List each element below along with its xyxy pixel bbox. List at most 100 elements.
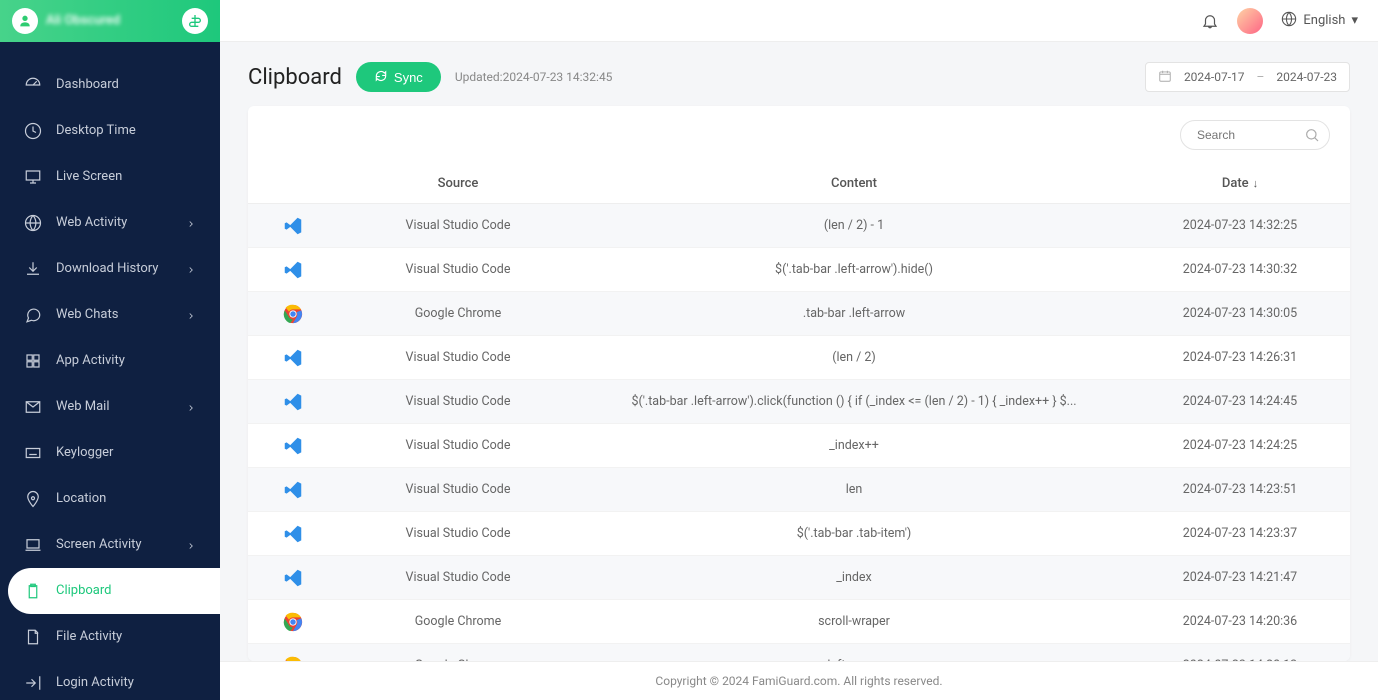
cell-source: Google Chrome [338, 644, 578, 662]
sidebar-item-file-activity[interactable]: File Activity [0, 614, 220, 660]
cell-date: 2024-07-23 14:21:47 [1130, 556, 1350, 600]
table-row[interactable]: Google Chromeleft-arrow2024-07-23 14:20:… [248, 644, 1350, 662]
source-app-icon [248, 336, 338, 380]
screen-icon [24, 536, 42, 554]
keyboard-icon [24, 444, 42, 462]
sidebar-item-live-screen[interactable]: Live Screen [0, 154, 220, 200]
chevron-right-icon [186, 402, 196, 412]
brand-logo-icon[interactable] [182, 8, 208, 34]
source-app-icon [248, 248, 338, 292]
login-icon [24, 674, 42, 692]
chevron-right-icon [186, 540, 196, 550]
sidebar-item-login-activity[interactable]: Login Activity [0, 660, 220, 700]
sidebar-item-label: Desktop Time [56, 123, 196, 138]
col-date-header[interactable]: Date↓ [1130, 164, 1350, 204]
date-separator: – [1257, 70, 1265, 84]
sidebar-item-screen-activity[interactable]: Screen Activity [0, 522, 220, 568]
cell-date: 2024-07-23 14:30:32 [1130, 248, 1350, 292]
sync-label: Sync [394, 70, 423, 85]
date-start: 2024-07-17 [1184, 70, 1245, 84]
user-name: Ali Obscured [46, 13, 120, 28]
sidebar-item-label: Dashboard [56, 77, 196, 92]
chat-icon [24, 306, 42, 324]
sidebar-nav: Dashboard Desktop Time Live Screen Web Acti… [0, 42, 220, 700]
sidebar-item-web-chats[interactable]: Web Chats [0, 292, 220, 338]
calendar-icon [1158, 69, 1172, 86]
sidebar-item-web-activity[interactable]: Web Activity [0, 200, 220, 246]
sidebar-item-label: Web Activity [56, 215, 186, 230]
cell-source: Visual Studio Code [338, 204, 578, 248]
sidebar-header: Ali Obscured [0, 0, 220, 42]
sidebar-item-desktop-time[interactable]: Desktop Time [0, 108, 220, 154]
table-row[interactable]: Visual Studio Code$('.tab-bar .left-arro… [248, 380, 1350, 424]
table-row[interactable]: Visual Studio Codelen2024-07-23 14:23:51 [248, 468, 1350, 512]
cell-content: left-arrow [578, 644, 1130, 662]
sidebar-item-label: Live Screen [56, 169, 196, 184]
page-title: Clipboard [248, 65, 342, 90]
sync-button[interactable]: Sync [356, 62, 441, 92]
sidebar-item-dashboard[interactable]: Dashboard [0, 62, 220, 108]
table-row[interactable]: Visual Studio Code(len / 2)2024-07-23 14… [248, 336, 1350, 380]
table-row[interactable]: Google Chromescroll-wraper2024-07-23 14:… [248, 600, 1350, 644]
cell-source: Visual Studio Code [338, 512, 578, 556]
sidebar-item-clipboard[interactable]: Clipboard [8, 568, 220, 614]
sidebar-item-label: Web Mail [56, 399, 186, 414]
table-row[interactable]: Visual Studio Code_index2024-07-23 14:21… [248, 556, 1350, 600]
cell-source: Visual Studio Code [338, 468, 578, 512]
download-icon [24, 260, 42, 278]
user-avatar-icon[interactable] [12, 8, 38, 34]
search-wrap [1180, 120, 1330, 150]
search-input[interactable] [1180, 120, 1330, 150]
cell-content: scroll-wraper [578, 600, 1130, 644]
table-row[interactable]: Google Chrome.tab-bar .left-arrow2024-07… [248, 292, 1350, 336]
sidebar-item-download-history[interactable]: Download History [0, 246, 220, 292]
sidebar-item-app-activity[interactable]: App Activity [0, 338, 220, 384]
user-avatar[interactable] [1237, 8, 1263, 34]
source-app-icon [248, 424, 338, 468]
table-scroll[interactable]: Source Content Date↓ Visual Studio Code(… [248, 164, 1350, 661]
table-row[interactable]: Visual Studio Code$('.tab-bar .tab-item'… [248, 512, 1350, 556]
col-source-header[interactable]: Source [338, 164, 578, 204]
sidebar-item-location[interactable]: Location [0, 476, 220, 522]
content: Clipboard Sync Updated:2024-07-23 14:32:… [220, 42, 1378, 661]
language-switcher[interactable]: English ▾ [1281, 11, 1358, 31]
cell-date: 2024-07-23 14:24:25 [1130, 424, 1350, 468]
cell-content: (len / 2) [578, 336, 1130, 380]
cell-source: Visual Studio Code [338, 424, 578, 468]
clipboard-table: Source Content Date↓ Visual Studio Code(… [248, 164, 1350, 661]
mail-icon [24, 398, 42, 416]
sidebar-item-label: Download History [56, 261, 186, 276]
sidebar-item-label: Web Chats [56, 307, 186, 322]
table-row[interactable]: Visual Studio Code(len / 2) - 12024-07-2… [248, 204, 1350, 248]
table-row[interactable]: Visual Studio Code_index++2024-07-23 14:… [248, 424, 1350, 468]
cell-content: $('.tab-bar .left-arrow').hide() [578, 248, 1130, 292]
title-row: Clipboard Sync Updated:2024-07-23 14:32:… [248, 62, 1350, 92]
chevron-right-icon [186, 310, 196, 320]
col-icon-header [248, 164, 338, 204]
notifications-bell-icon[interactable] [1201, 12, 1219, 30]
sidebar-item-label: Location [56, 491, 196, 506]
date-end: 2024-07-23 [1276, 70, 1337, 84]
clipboard-card: Source Content Date↓ Visual Studio Code(… [248, 106, 1350, 661]
cell-content: (len / 2) - 1 [578, 204, 1130, 248]
sidebar-item-label: Login Activity [56, 675, 196, 690]
refresh-icon [374, 69, 388, 86]
chevron-down-icon: ▾ [1351, 13, 1358, 28]
chevron-right-icon [186, 218, 196, 228]
date-range-picker[interactable]: 2024-07-17 – 2024-07-23 [1145, 62, 1350, 92]
table-row[interactable]: Visual Studio Code$('.tab-bar .left-arro… [248, 248, 1350, 292]
updated-timestamp: Updated:2024-07-23 14:32:45 [455, 70, 613, 84]
source-app-icon [248, 380, 338, 424]
sidebar-item-keylogger[interactable]: Keylogger [0, 430, 220, 476]
sidebar-item-label: Screen Activity [56, 537, 186, 552]
sidebar-item-web-mail[interactable]: Web Mail [0, 384, 220, 430]
cell-source: Google Chrome [338, 600, 578, 644]
cell-content: $('.tab-bar .left-arrow').click(function… [578, 380, 1130, 424]
col-content-header[interactable]: Content [578, 164, 1130, 204]
card-toolbar [248, 106, 1350, 164]
cell-date: 2024-07-23 14:30:05 [1130, 292, 1350, 336]
globe-icon [1281, 11, 1297, 31]
cell-content: _index [578, 556, 1130, 600]
source-app-icon [248, 468, 338, 512]
cell-source: Visual Studio Code [338, 336, 578, 380]
